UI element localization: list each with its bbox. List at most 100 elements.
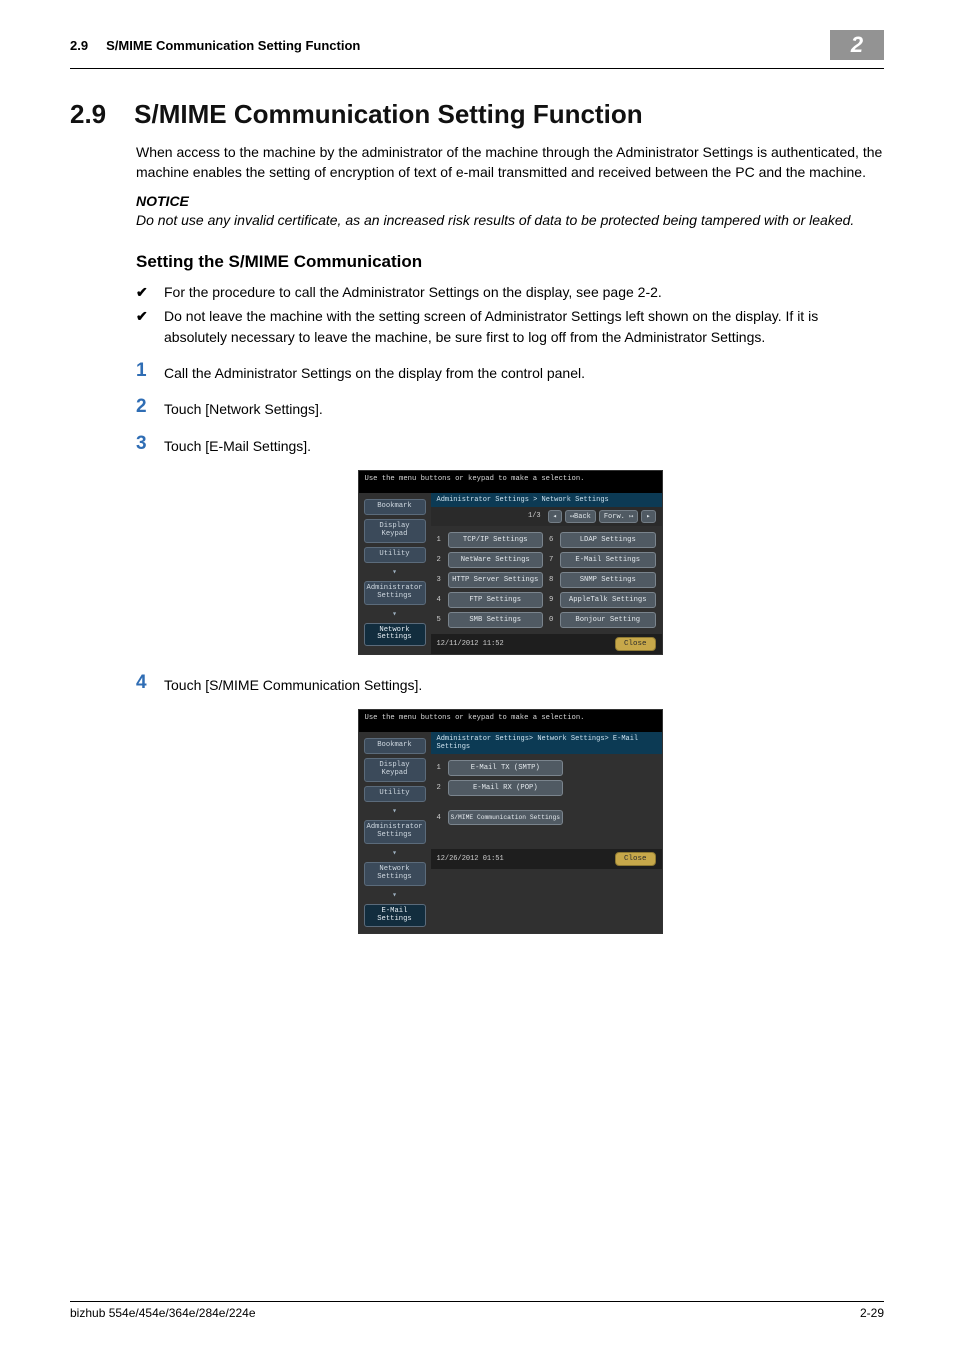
option-number: 4 (437, 596, 448, 604)
pager-forward-button[interactable]: Forw. ↦ (599, 510, 638, 523)
option-number: 7 (549, 556, 560, 564)
screenshot-network-settings: Use the menu buttons or keypad to make a… (358, 470, 663, 655)
side-button[interactable]: Network Settings (364, 862, 426, 886)
step-item: 4 Touch [S/MIME Communication Settings]. (136, 673, 884, 695)
screenshot-email-settings: Use the menu buttons or keypad to make a… (358, 709, 663, 934)
option-number: 0 (549, 616, 560, 624)
side-button[interactable]: Administrator Settings (364, 820, 426, 844)
side-button[interactable]: Utility (364, 547, 426, 563)
option-number: 6 (549, 536, 560, 544)
check-icon: ✔ (136, 282, 164, 302)
option-number: 3 (437, 576, 448, 584)
section-number: 2.9 (70, 99, 106, 130)
option-number: 8 (549, 576, 560, 584)
menu-option[interactable]: 2E-Mail RX (POP) (437, 780, 564, 796)
option-label: E-Mail Settings (560, 552, 656, 568)
chapter-badge: 2 (830, 30, 884, 60)
menu-option[interactable]: 2NetWare Settings (437, 552, 544, 568)
section-title: S/MIME Communication Setting Function (134, 99, 642, 130)
chevron-down-icon: ▾ (364, 609, 426, 619)
menu-option[interactable]: 8SNMP Settings (549, 572, 656, 588)
option-label: S/MIME Communication Settings (448, 810, 564, 825)
side-button-selected[interactable]: Network Settings (364, 623, 426, 647)
option-label: FTP Settings (448, 592, 544, 608)
step-item: 1 Call the Administrator Settings on the… (136, 361, 884, 383)
notice-label: NOTICE (136, 193, 884, 209)
option-number: 2 (437, 784, 448, 792)
chevron-down-icon: ▾ (364, 806, 426, 816)
check-icon: ✔ (136, 306, 164, 347)
option-label: AppleTalk Settings (560, 592, 656, 608)
pager-last-button[interactable]: ▸ (641, 510, 655, 523)
side-button[interactable]: Bookmark (364, 499, 426, 515)
menu-option[interactable]: 7E-Mail Settings (549, 552, 656, 568)
menu-option[interactable]: 3HTTP Server Settings (437, 572, 544, 588)
menu-option[interactable]: 9AppleTalk Settings (549, 592, 656, 608)
header-rule (70, 68, 884, 69)
pager-back-button[interactable]: ↤Back (565, 510, 596, 523)
menu-option[interactable]: 1TCP/IP Settings (437, 532, 544, 548)
option-label: HTTP Server Settings (448, 572, 544, 588)
option-label: NetWare Settings (448, 552, 544, 568)
option-number: 9 (549, 596, 560, 604)
pager-first-button[interactable]: ◂ (548, 510, 562, 523)
side-button-selected[interactable]: E-Mail Settings (364, 904, 426, 928)
breadcrumb: Administrator Settings> Network Settings… (431, 732, 662, 754)
close-button[interactable]: Close (615, 637, 656, 651)
chevron-down-icon: ▾ (364, 848, 426, 858)
option-label: SNMP Settings (560, 572, 656, 588)
prereq-text: For the procedure to call the Administra… (164, 282, 662, 302)
step-number: 1 (136, 361, 164, 383)
option-label: SMB Settings (448, 612, 544, 628)
option-label: E-Mail RX (POP) (448, 780, 564, 796)
option-label: LDAP Settings (560, 532, 656, 548)
menu-option[interactable]: 5SMB Settings (437, 612, 544, 628)
side-button[interactable]: Utility (364, 786, 426, 802)
menu-option[interactable]: 4FTP Settings (437, 592, 544, 608)
option-number: 5 (437, 616, 448, 624)
screen-hint: Use the menu buttons or keypad to make a… (359, 710, 662, 732)
step-number: 2 (136, 397, 164, 419)
step-number: 4 (136, 673, 164, 695)
step-text: Touch [E-Mail Settings]. (164, 434, 311, 456)
screen-hint: Use the menu buttons or keypad to make a… (359, 471, 662, 493)
side-button[interactable]: Administrator Settings (364, 581, 426, 605)
menu-option[interactable]: 6LDAP Settings (549, 532, 656, 548)
screen-timestamp: 12/11/2012 11:52 (437, 640, 504, 648)
option-number: 4 (437, 814, 448, 822)
step-text: Call the Administrator Settings on the d… (164, 361, 585, 383)
chevron-down-icon: ▾ (364, 567, 426, 577)
header-section-ref: 2.9 (70, 38, 88, 53)
breadcrumb: Administrator Settings > Network Setting… (431, 493, 662, 507)
side-button[interactable]: Bookmark (364, 738, 426, 754)
option-label: TCP/IP Settings (448, 532, 544, 548)
step-item: 2 Touch [Network Settings]. (136, 397, 884, 419)
menu-option[interactable]: 4S/MIME Communication Settings (437, 810, 564, 825)
prereq-item: ✔ Do not leave the machine with the sett… (136, 306, 884, 347)
step-number: 3 (136, 434, 164, 456)
footer-page-number: 2-29 (860, 1306, 884, 1320)
chevron-down-icon: ▾ (364, 890, 426, 900)
prereq-text: Do not leave the machine with the settin… (164, 306, 884, 347)
notice-body: Do not use any invalid certificate, as a… (136, 211, 884, 231)
step-item: 3 Touch [E-Mail Settings]. (136, 434, 884, 456)
side-button[interactable]: Display Keypad (364, 519, 426, 543)
option-number: 1 (437, 764, 448, 772)
page-indicator: 1/3 (528, 512, 541, 520)
footer-model: bizhub 554e/454e/364e/284e/224e (70, 1306, 256, 1320)
close-button[interactable]: Close (615, 852, 656, 866)
option-label: Bonjour Setting (560, 612, 656, 628)
menu-option[interactable]: 1E-Mail TX (SMTP) (437, 760, 564, 776)
subheading: Setting the S/MIME Communication (136, 252, 884, 272)
option-label: E-Mail TX (SMTP) (448, 760, 564, 776)
prereq-item: ✔ For the procedure to call the Administ… (136, 282, 884, 302)
menu-option[interactable]: 0Bonjour Setting (549, 612, 656, 628)
screen-timestamp: 12/26/2012 01:51 (437, 855, 504, 863)
side-button[interactable]: Display Keypad (364, 758, 426, 782)
header-section-name: S/MIME Communication Setting Function (106, 38, 360, 53)
step-text: Touch [Network Settings]. (164, 397, 323, 419)
option-number: 1 (437, 536, 448, 544)
intro-paragraph: When access to the machine by the admini… (136, 142, 884, 183)
option-number: 2 (437, 556, 448, 564)
chapter-badge-number: 2 (851, 32, 863, 58)
